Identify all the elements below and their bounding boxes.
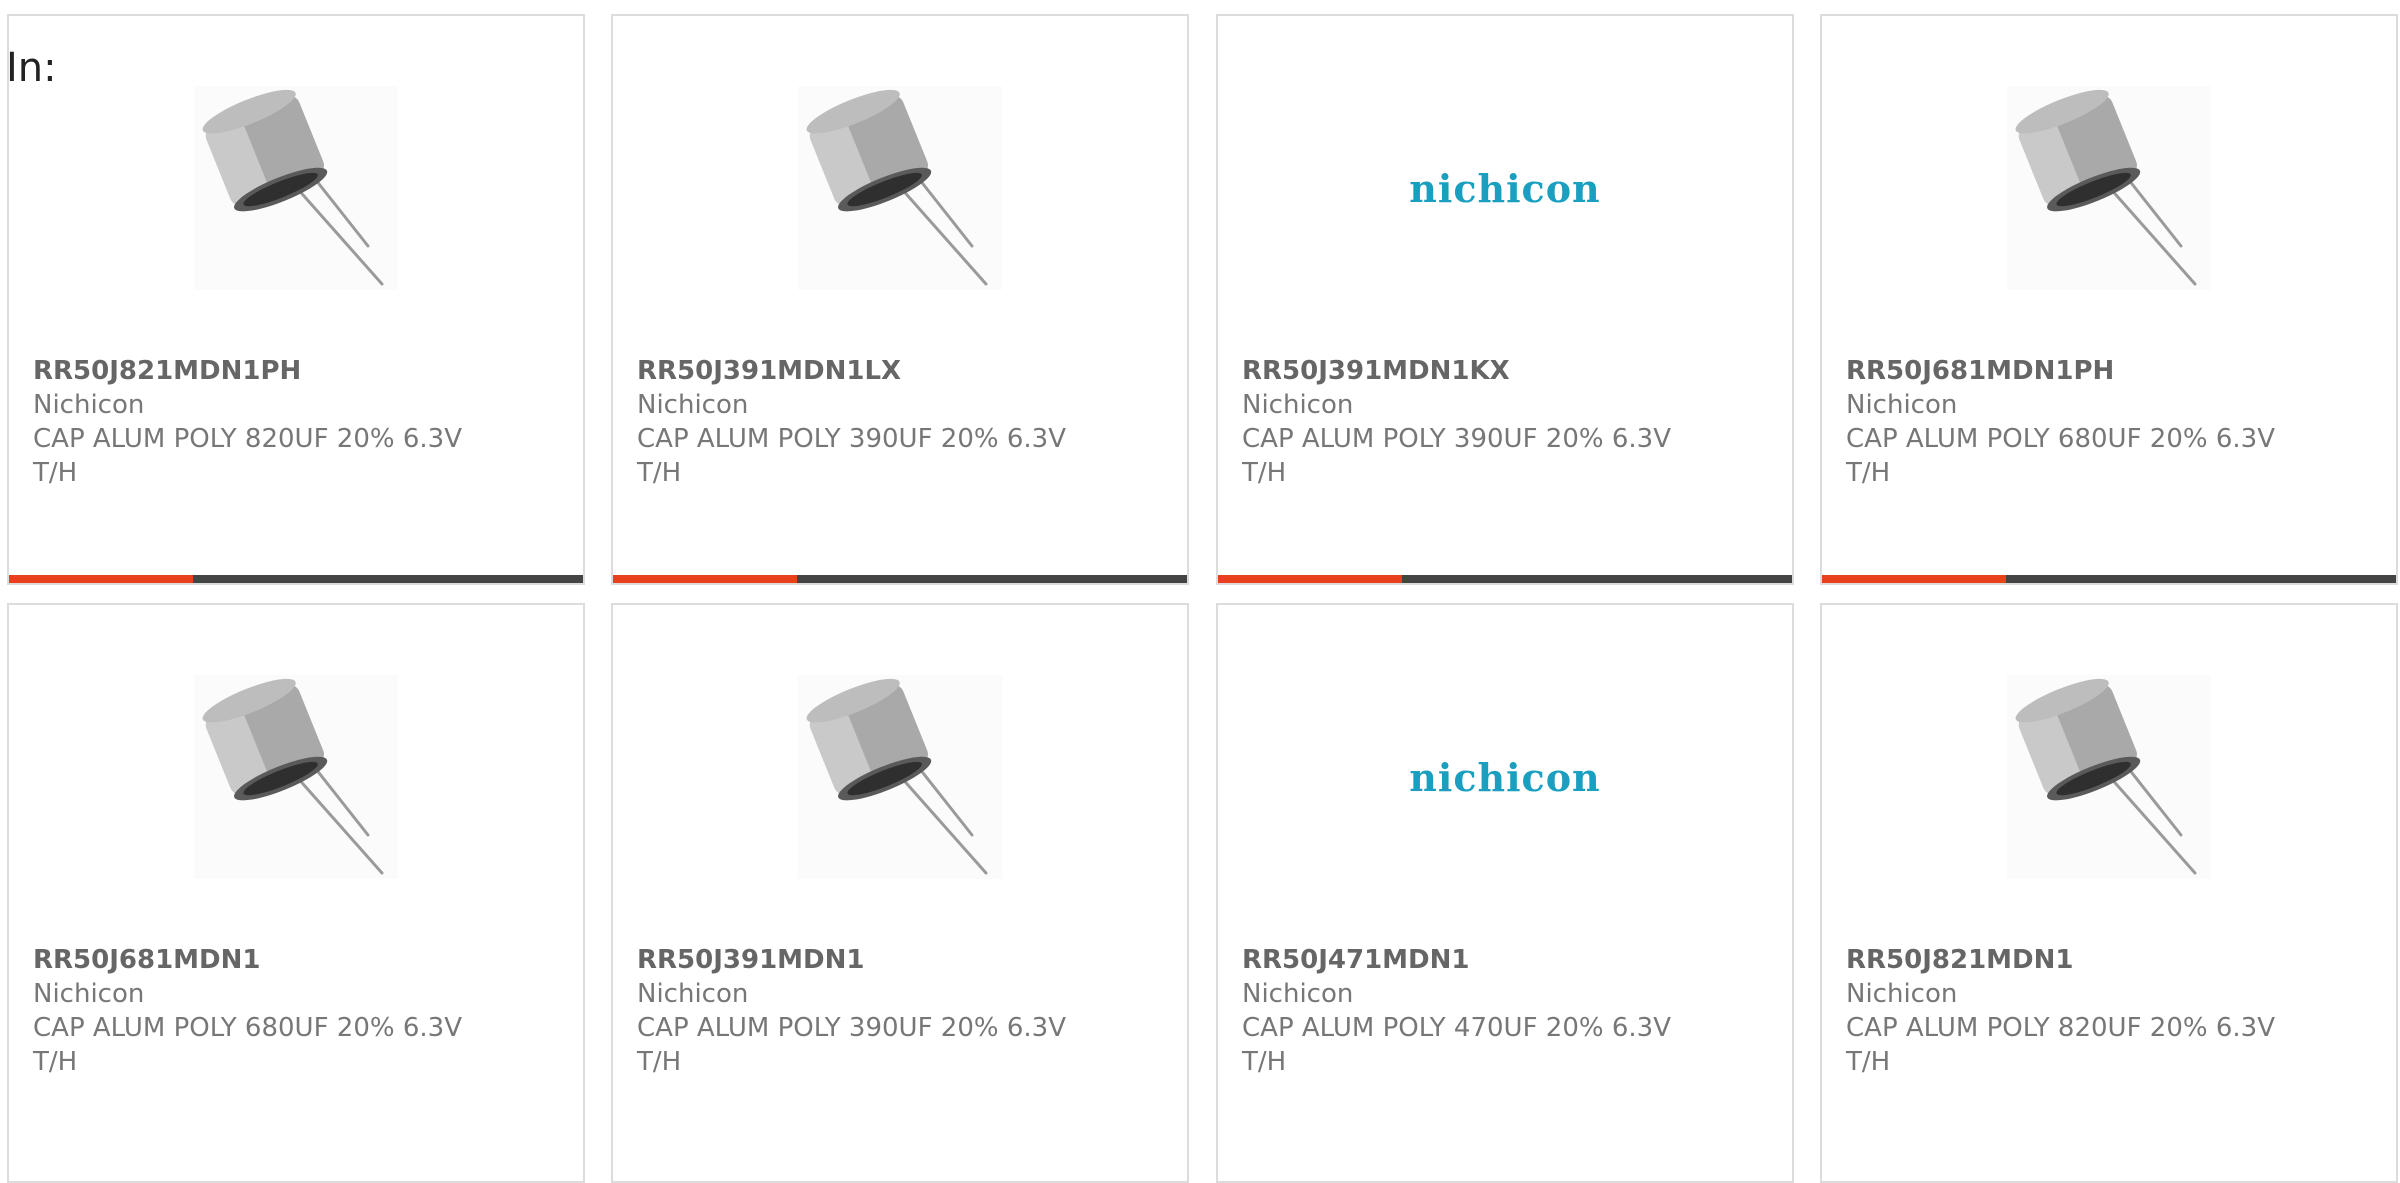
manufacturer-name: Nichicon	[637, 390, 749, 420]
product-info: RR50J821MDN1PH Nichicon CAP ALUM POLY 82…	[33, 354, 559, 490]
manufacturer-name: Nichicon	[33, 390, 145, 420]
card-accent-bar	[613, 575, 1187, 583]
product-image[interactable]	[194, 675, 398, 879]
product-image[interactable]	[798, 675, 1002, 879]
card-accent-bar	[9, 575, 583, 583]
nichicon-logo: nichicon	[1409, 165, 1601, 211]
nichicon-logo: nichicon	[1409, 754, 1601, 800]
part-number-link[interactable]: RR50J821MDN1	[1846, 943, 2372, 977]
card-accent-bar	[1218, 575, 1792, 583]
product-info: RR50J391MDN1 Nichicon CAP ALUM POLY 390U…	[637, 943, 1163, 1079]
product-card[interactable]: RR50J821MDN1PH Nichicon CAP ALUM POLY 82…	[7, 14, 585, 585]
product-info: RR50J821MDN1 Nichicon CAP ALUM POLY 820U…	[1846, 943, 2372, 1079]
manufacturer-name: Nichicon	[1846, 390, 1958, 420]
product-info: RR50J681MDN1PH Nichicon CAP ALUM POLY 68…	[1846, 354, 2372, 490]
product-description: CAP ALUM POLY 820UF 20% 6.3V T/H	[33, 424, 462, 488]
product-card[interactable]: nichicon RR50J391MDN1KX Nichicon CAP ALU…	[1216, 14, 1794, 585]
part-number-link[interactable]: RR50J391MDN1KX	[1242, 354, 1768, 388]
capacitor-icon	[806, 89, 988, 286]
product-card[interactable]: RR50J681MDN1PH Nichicon CAP ALUM POLY 68…	[1820, 14, 2398, 585]
manufacturer-name: Nichicon	[1242, 390, 1354, 420]
product-card[interactable]: RR50J391MDN1 Nichicon CAP ALUM POLY 390U…	[611, 603, 1189, 1183]
product-image[interactable]: nichicon	[1403, 675, 1607, 879]
product-description: CAP ALUM POLY 390UF 20% 6.3V T/H	[637, 1013, 1066, 1077]
card-accent-fill	[1218, 575, 1402, 583]
card-accent-fill	[613, 575, 797, 583]
product-description: CAP ALUM POLY 390UF 20% 6.3V T/H	[637, 424, 1066, 488]
product-info: RR50J681MDN1 Nichicon CAP ALUM POLY 680U…	[33, 943, 559, 1079]
product-image[interactable]	[798, 86, 1002, 290]
card-accent-fill	[1822, 575, 2006, 583]
capacitor-icon	[202, 89, 384, 286]
product-info: RR50J471MDN1 Nichicon CAP ALUM POLY 470U…	[1242, 943, 1768, 1079]
manufacturer-name: Nichicon	[637, 979, 749, 1009]
part-number-link[interactable]: RR50J681MDN1PH	[1846, 354, 2372, 388]
product-image[interactable]	[2007, 675, 2211, 879]
card-accent-bar	[1822, 575, 2396, 583]
manufacturer-name: Nichicon	[33, 979, 145, 1009]
manufacturer-name: Nichicon	[1242, 979, 1354, 1009]
product-description: CAP ALUM POLY 680UF 20% 6.3V T/H	[1846, 424, 2275, 488]
capacitor-icon	[2015, 89, 2197, 286]
product-card[interactable]: RR50J391MDN1LX Nichicon CAP ALUM POLY 39…	[611, 14, 1189, 585]
part-number-link[interactable]: RR50J471MDN1	[1242, 943, 1768, 977]
product-grid: RR50J821MDN1PH Nichicon CAP ALUM POLY 82…	[0, 0, 2400, 1183]
part-number-link[interactable]: RR50J391MDN1LX	[637, 354, 1163, 388]
part-number-link[interactable]: RR50J821MDN1PH	[33, 354, 559, 388]
part-number-link[interactable]: RR50J391MDN1	[637, 943, 1163, 977]
product-image[interactable]: nichicon	[1403, 86, 1607, 290]
capacitor-icon	[2015, 678, 2197, 875]
product-info: RR50J391MDN1LX Nichicon CAP ALUM POLY 39…	[637, 354, 1163, 490]
manufacturer-name: Nichicon	[1846, 979, 1958, 1009]
capacitor-icon	[806, 678, 988, 875]
product-card[interactable]: RR50J681MDN1 Nichicon CAP ALUM POLY 680U…	[7, 603, 585, 1183]
in-label: In:	[6, 45, 57, 91]
product-card[interactable]: nichicon RR50J471MDN1 Nichicon CAP ALUM …	[1216, 603, 1794, 1183]
product-card[interactable]: RR50J821MDN1 Nichicon CAP ALUM POLY 820U…	[1820, 603, 2398, 1183]
product-image[interactable]	[194, 86, 398, 290]
card-accent-fill	[9, 575, 193, 583]
product-image[interactable]	[2007, 86, 2211, 290]
capacitor-icon	[202, 678, 384, 875]
product-description: CAP ALUM POLY 820UF 20% 6.3V T/H	[1846, 1013, 2275, 1077]
product-info: RR50J391MDN1KX Nichicon CAP ALUM POLY 39…	[1242, 354, 1768, 490]
product-description: CAP ALUM POLY 390UF 20% 6.3V T/H	[1242, 424, 1671, 488]
part-number-link[interactable]: RR50J681MDN1	[33, 943, 559, 977]
product-description: CAP ALUM POLY 470UF 20% 6.3V T/H	[1242, 1013, 1671, 1077]
product-description: CAP ALUM POLY 680UF 20% 6.3V T/H	[33, 1013, 462, 1077]
